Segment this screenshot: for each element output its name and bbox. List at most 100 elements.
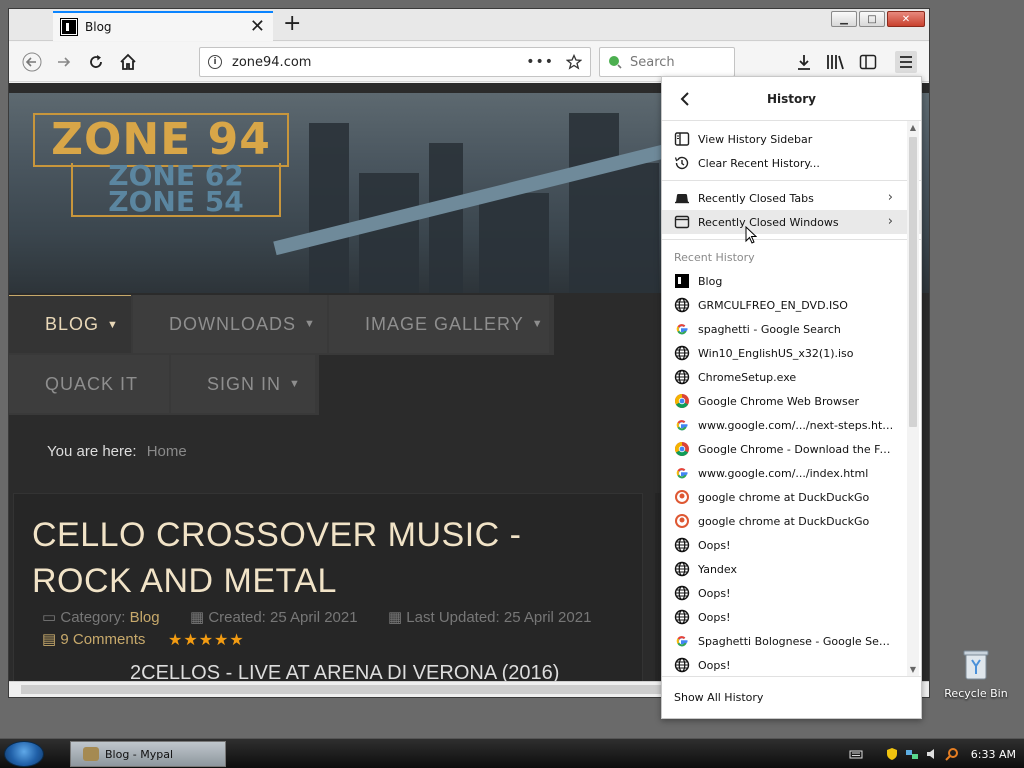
history-entry-label: Yandex — [698, 562, 737, 576]
history-entry[interactable]: Google Chrome - Download the Fas... — [662, 437, 921, 461]
back-chevron-icon[interactable] — [676, 89, 696, 109]
bookmark-star-icon[interactable] — [566, 54, 582, 70]
history-entry[interactable]: ChromeSetup.exe — [662, 365, 921, 389]
history-entry[interactable]: spaghetti - Google Search — [662, 317, 921, 341]
globe-icon — [674, 657, 690, 673]
menu-item-sign-in[interactable]: SIGN IN ▼ — [171, 355, 315, 413]
new-tab-button[interactable]: + — [283, 13, 301, 35]
menu-button[interactable] — [895, 51, 917, 73]
recycle-bin-label: Recycle Bin — [944, 687, 1008, 700]
history-entry-label: www.google.com/.../index.html — [698, 466, 869, 480]
show-all-history-button[interactable]: Show All History — [662, 676, 921, 718]
chevron-right-icon: › — [887, 190, 893, 205]
recent-history-heading: Recent History — [674, 251, 755, 264]
scroll-down-arrow-icon[interactable]: ▼ — [908, 665, 918, 674]
horizontal-scrollbar-thumb[interactable] — [21, 685, 661, 694]
menu-item-label: DOWNLOADS — [169, 313, 297, 334]
shield-icon[interactable] — [885, 747, 899, 761]
breadcrumb-home-link[interactable]: Home — [147, 443, 187, 460]
menu-item-blog[interactable]: BLOG ▼ — [9, 295, 131, 353]
address-bar[interactable]: i zone94.com ••• — [199, 47, 591, 77]
menu-item-label: View History Sidebar — [698, 132, 813, 146]
site-info-icon[interactable]: i — [208, 55, 222, 69]
page-actions-icon[interactable]: ••• — [526, 54, 554, 70]
article-card: CELLO CROSSOVER MUSIC - ROCK AND METAL ▭… — [13, 493, 643, 681]
history-entry[interactable]: www.google.com/.../index.html — [662, 461, 921, 485]
menu-item-label: Clear Recent History... — [698, 156, 820, 170]
history-entry[interactable]: www.google.com/.../next-steps.html — [662, 413, 921, 437]
search-bar[interactable]: Search — [599, 47, 735, 77]
history-entry[interactable]: Blog — [662, 269, 921, 293]
recently-closed-windows-item[interactable]: Recently Closed Windows › — [662, 210, 921, 234]
history-list: Blog GRMCULFREO_EN_DVD.ISO spaghetti - Goo… — [662, 269, 921, 677]
history-panel: History View History Sidebar Clear Recen… — [661, 76, 922, 719]
clock[interactable]: 6:33 AM — [971, 748, 1016, 761]
menu-item-label: Recently Closed Windows — [698, 215, 839, 229]
article-subheading: 2CELLOS - LIVE AT ARENA DI VERONA (2016) — [130, 662, 560, 681]
history-entry-label: Oops! — [698, 610, 731, 624]
clear-recent-history-item[interactable]: Clear Recent History... — [662, 151, 921, 175]
library-button[interactable] — [825, 51, 847, 73]
minimize-button[interactable]: ▁ — [831, 11, 857, 27]
history-entry-label: Google Chrome - Download the Fas... — [698, 442, 894, 456]
main-menu-row-1: BLOG ▼ DOWNLOADS ▼ IMAGE GALLERY ▼ — [9, 295, 554, 355]
article-title[interactable]: CELLO CROSSOVER MUSIC - ROCK AND METAL — [32, 512, 592, 604]
history-entry[interactable]: Oops! — [662, 581, 921, 605]
volume-icon[interactable] — [925, 747, 939, 761]
url-text[interactable]: zone94.com — [232, 55, 526, 70]
calendar-icon: ▦ — [189, 609, 205, 626]
keyboard-icon[interactable] — [849, 747, 863, 761]
tab-blog[interactable]: Blog ✕ — [53, 11, 273, 41]
history-entry[interactable]: Oops! — [662, 605, 921, 629]
caret-down-icon: ▼ — [304, 318, 316, 330]
recently-closed-tabs-item[interactable]: Recently Closed Tabs › — [662, 186, 921, 210]
history-entry[interactable]: Win10_EnglishUS_x32(1).iso — [662, 341, 921, 365]
google-icon — [674, 417, 690, 433]
hamburger-menu-icon — [900, 56, 912, 68]
globe-icon — [674, 297, 690, 313]
maximize-button[interactable]: □ — [859, 11, 885, 27]
menu-item-label: IMAGE GALLERY — [365, 313, 524, 334]
network-icon[interactable] — [905, 747, 919, 761]
view-history-sidebar-item[interactable]: View History Sidebar — [662, 127, 921, 151]
rating-stars[interactable]: ★★★★★ — [168, 630, 245, 649]
back-button[interactable] — [21, 51, 43, 73]
category-link[interactable]: Blog — [130, 609, 160, 626]
history-entry[interactable]: google chrome at DuckDuckGo — [662, 509, 921, 533]
taskbar-app-mypal[interactable]: Blog - Mypal — [70, 741, 226, 767]
history-scrollbar-thumb[interactable] — [909, 137, 917, 427]
history-entry[interactable]: Yandex — [662, 557, 921, 581]
history-entry[interactable]: Google Chrome Web Browser — [662, 389, 921, 413]
recycle-bin[interactable]: Recycle Bin — [944, 648, 1008, 700]
chrome-icon — [674, 393, 690, 409]
duckduckgo-icon — [674, 513, 690, 529]
tab-close-icon[interactable]: ✕ — [250, 18, 265, 36]
history-entry[interactable]: google chrome at DuckDuckGo — [662, 485, 921, 509]
updated-date: Last Updated: 25 April 2021 — [406, 609, 592, 626]
comments-link[interactable]: ▤ 9 Comments — [42, 630, 145, 648]
comment-icon: ▤ — [42, 631, 57, 648]
globe-icon — [674, 369, 690, 385]
search-engine-icon — [609, 56, 622, 69]
caret-down-icon: ▼ — [107, 318, 119, 331]
reload-button[interactable] — [85, 51, 107, 73]
menu-item-downloads[interactable]: DOWNLOADS ▼ — [133, 295, 327, 353]
history-entry[interactable]: GRMCULFREO_EN_DVD.ISO — [662, 293, 921, 317]
scroll-up-arrow-icon[interactable]: ▲ — [908, 123, 918, 132]
menu-item-label: QUACK IT — [45, 373, 139, 394]
forward-button[interactable] — [53, 51, 75, 73]
sidebar-button[interactable] — [857, 51, 879, 73]
menu-item-quack-it[interactable]: QUACK IT — [9, 355, 169, 413]
downloads-button[interactable] — [793, 51, 815, 73]
history-entry[interactable]: Oops! — [662, 653, 921, 677]
search-icon[interactable] — [945, 747, 959, 761]
google-icon — [674, 321, 690, 337]
menu-item-image-gallery[interactable]: IMAGE GALLERY ▼ — [329, 295, 549, 353]
start-button[interactable] — [4, 741, 44, 767]
history-entry[interactable]: Spaghetti Bolognese - Google Search — [662, 629, 921, 653]
home-button[interactable] — [117, 51, 139, 73]
close-window-button[interactable]: ✕ — [887, 11, 925, 27]
history-entry[interactable]: Oops! — [662, 533, 921, 557]
history-scrollbar[interactable]: ▲ ▼ — [907, 121, 919, 676]
google-icon — [674, 633, 690, 649]
